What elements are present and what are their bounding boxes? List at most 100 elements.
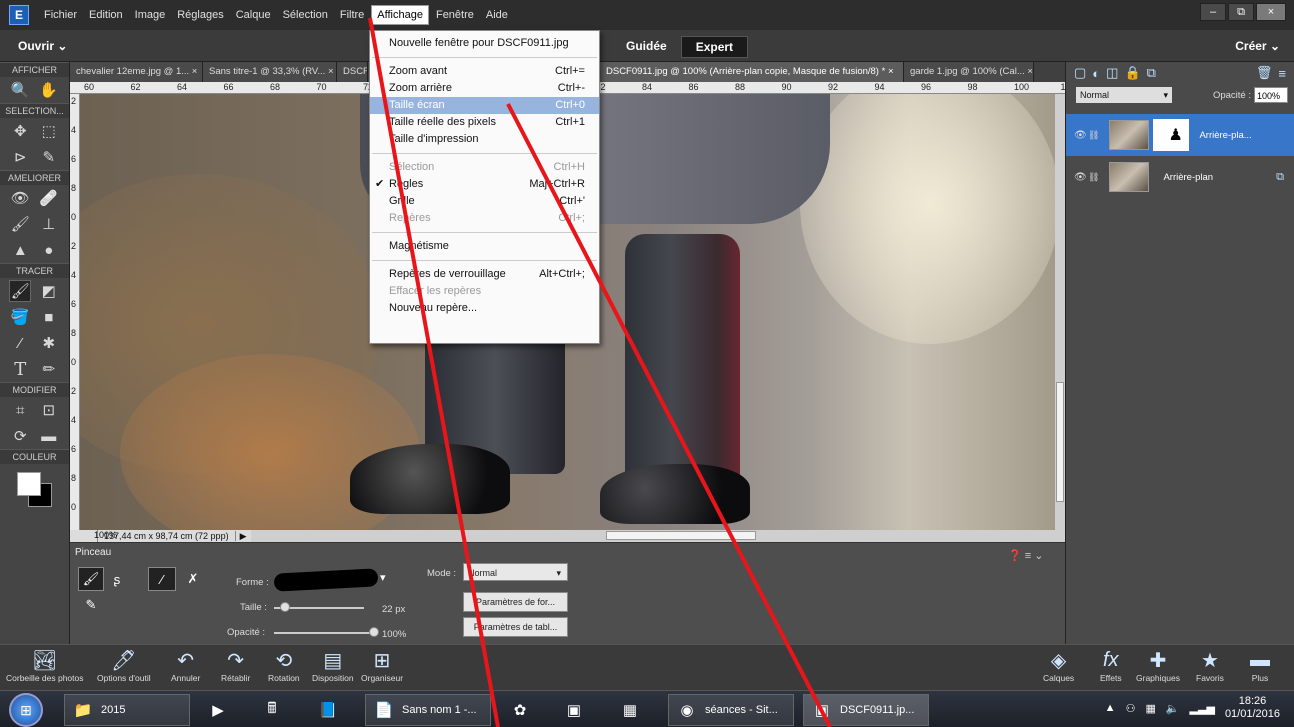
link-icon[interactable]: ⛓ xyxy=(1088,130,1099,141)
menu-item-zoom-avant[interactable]: Zoom avant Ctrl+= xyxy=(370,63,599,80)
eyedropper-tool-icon[interactable]: ⁄ xyxy=(9,332,31,354)
layer-row-copy[interactable]: 👁 ⛓ ♟ Arrière-pla... xyxy=(1066,114,1294,156)
lasso-tool-icon[interactable]: ⊳ xyxy=(9,146,31,168)
recompose-tool-icon[interactable]: ⊡ xyxy=(38,399,60,421)
lock-transparency-icon[interactable]: ⧉ xyxy=(1147,65,1156,81)
tool-options-button[interactable]: 🖊 Options d'outil xyxy=(97,647,151,684)
taskbar-chrome[interactable]: ◉ séances - Sit... xyxy=(668,694,794,726)
display-icon[interactable]: ▦ xyxy=(1145,702,1155,715)
panel-menu-icon[interactable]: ≡ xyxy=(1278,66,1286,81)
menu-item-zoom-arriere[interactable]: Zoom arrière Ctrl+- xyxy=(370,80,599,97)
menu-item-taille-ecran[interactable]: Taille écran Ctrl+0 xyxy=(370,97,599,114)
network-icon[interactable]: ⚇ xyxy=(1126,702,1136,715)
opacity-slider-track[interactable] xyxy=(274,632,374,634)
menu-item-grille[interactable]: Grille Ctrl+' xyxy=(370,193,599,210)
menu-edition[interactable]: Edition xyxy=(84,6,128,24)
doc-tab-sans-titre[interactable]: Sans titre-1 @ 33,3% (RV... × xyxy=(203,62,337,82)
blur-tool-icon[interactable]: ▲ xyxy=(9,239,31,261)
layer-mask-thumbnail[interactable]: ♟ xyxy=(1153,119,1190,151)
eraser-tool-icon[interactable]: ◩ xyxy=(38,280,60,302)
shape-settings-button[interactable]: Paramètres de for... xyxy=(463,592,568,612)
menu-item-taille-reelle-des-pixels[interactable]: Taille réelle des pixels Ctrl+1 xyxy=(370,114,599,131)
menu-fichier[interactable]: Fichier xyxy=(39,6,82,24)
clock[interactable]: 18:26 01/01/2016 xyxy=(1225,695,1280,721)
horizontal-scrollbar[interactable] xyxy=(250,530,1065,542)
tablet-settings-button[interactable]: Paramètres de tabl... xyxy=(463,617,568,637)
eye-icon[interactable]: 👁 xyxy=(1074,172,1088,183)
brush-mode-select[interactable]: Normal ▾ xyxy=(463,563,568,581)
menu-item-magnetisme[interactable]: Magnétisme xyxy=(370,238,599,255)
redo-button[interactable]: ↷ Rétablir xyxy=(221,647,250,684)
start-button[interactable]: ⊞ xyxy=(9,693,43,727)
hand-tool-icon[interactable]: ✋ xyxy=(38,79,60,101)
taskbar-elements-organizer[interactable]: ▣ xyxy=(556,694,592,726)
layer-mask-icon[interactable]: ◫ xyxy=(1106,65,1118,81)
quick-selection-tool-icon[interactable]: ✎ xyxy=(38,146,60,168)
menu-item-reperes-de-verrouillage[interactable]: Repères de verrouillage Alt+Ctrl+; xyxy=(370,266,599,283)
menu-reglages[interactable]: Réglages xyxy=(172,6,228,24)
type-tool-icon[interactable]: T xyxy=(9,358,31,380)
tab-guided[interactable]: Guidée xyxy=(612,36,681,58)
restore-button[interactable]: ⧉ xyxy=(1228,3,1254,21)
menu-item-reperes[interactable]: Repères Ctrl+; xyxy=(370,210,599,227)
clone-stamp-tool-icon[interactable]: ⊥ xyxy=(38,213,60,235)
doc-tab-dscf0911[interactable]: DSCF0911.jpg @ 100% (Arrière-plan copie,… xyxy=(600,62,904,82)
lock-transparency-icon[interactable]: ⧉ xyxy=(1276,171,1284,184)
chevron-down-icon[interactable]: ▾ xyxy=(380,571,386,584)
menu-filtre[interactable]: Filtre xyxy=(335,6,369,24)
brush-mode-normal-option[interactable]: ⁄ xyxy=(148,567,176,591)
menu-calque[interactable]: Calque xyxy=(231,6,276,24)
favorites-button[interactable]: ★ Favoris xyxy=(1196,647,1224,684)
play-arrow-icon[interactable]: ▶ xyxy=(236,531,251,542)
effects-button[interactable]: fx Effets xyxy=(1100,647,1122,684)
menu-item-regles[interactable]: ✔ Règles Maj+Ctrl+R xyxy=(370,176,599,193)
menu-item-nouveau-repere[interactable]: Nouveau repère... xyxy=(370,300,599,317)
crop-tool-icon[interactable]: ⌗ xyxy=(9,399,31,421)
close-button[interactable]: × xyxy=(1256,3,1286,21)
volume-icon[interactable]: 🔈 xyxy=(1166,702,1180,715)
paint-bucket-tool-icon[interactable]: 🪣 xyxy=(9,306,31,328)
taskbar-sans-nom[interactable]: 📄 Sans nom 1 -... xyxy=(365,694,491,726)
spot-healing-tool-icon[interactable]: 🩹 xyxy=(38,187,60,209)
doc-tab-dscf[interactable]: DSCF xyxy=(337,62,368,82)
doc-tab-chevalier[interactable]: chevalier 12eme.jpg @ 1... × xyxy=(70,62,203,82)
trash-icon[interactable]: 🗑 xyxy=(1256,65,1273,81)
menu-item-nouvelle-fenetre-pour-dscf0911-jpg[interactable]: Nouvelle fenêtre pour DSCF0911.jpg xyxy=(370,35,599,52)
layer-row-background[interactable]: 👁 ⛓ Arrière-plan ⧉ xyxy=(1066,156,1294,198)
marquee-tool-icon[interactable]: ⬚ xyxy=(38,120,60,142)
brush-tool-icon[interactable]: 🖌 xyxy=(9,280,32,302)
sponge-tool-icon[interactable]: ● xyxy=(38,239,60,261)
undo-button[interactable]: ↶ Annuler xyxy=(171,647,200,684)
adjustment-layer-icon[interactable]: ◐ xyxy=(1092,66,1100,81)
taskbar-picasa[interactable]: ✿ xyxy=(502,694,538,726)
menu-affichage[interactable]: Affichage xyxy=(371,5,429,25)
gradient-tool-icon[interactable]: ■ xyxy=(38,306,60,328)
zoom-tool-icon[interactable]: 🔍 xyxy=(9,79,31,101)
taskbar-dscf0911[interactable]: ▣ DSCF0911.jp... xyxy=(803,694,929,726)
custom-shape-tool-icon[interactable]: ✱ xyxy=(38,332,60,354)
photo-bin-button[interactable]: 🏞 Corbeille des photos xyxy=(6,647,84,684)
taskbar-folder-2015[interactable]: 📁 2015 xyxy=(64,694,190,726)
brush-tool-option[interactable]: 🖌 xyxy=(78,567,104,591)
signal-icon[interactable]: ▂▃▅ xyxy=(1190,702,1215,715)
menu-selection[interactable]: Sélection xyxy=(278,6,333,24)
new-layer-icon[interactable]: ▢ xyxy=(1074,65,1086,81)
more-button[interactable]: ▬ Plus xyxy=(1250,647,1270,684)
horizontal-scroll-thumb[interactable] xyxy=(605,531,756,540)
open-button[interactable]: Ouvrir ⌄ xyxy=(18,39,67,53)
eye-icon[interactable]: 👁 xyxy=(1074,130,1088,141)
help-icon[interactable]: ❓ ≡ ⌄ xyxy=(1008,549,1043,562)
pencil-tool-icon[interactable]: ✏ xyxy=(38,358,60,380)
menu-aide[interactable]: Aide xyxy=(481,6,513,24)
smart-brush-tool-icon[interactable]: 🖌 xyxy=(9,213,31,235)
graphics-button[interactable]: ✚ Graphiques xyxy=(1136,647,1180,684)
menu-fenetre[interactable]: Fenêtre xyxy=(431,6,479,24)
vertical-scroll-thumb[interactable] xyxy=(1056,382,1064,502)
foreground-color-swatch[interactable] xyxy=(17,472,41,496)
impressionist-brush-option[interactable]: ʂ xyxy=(104,567,130,591)
layout-button[interactable]: ▤ Disposition xyxy=(312,647,354,684)
menu-item-taille-d-impression[interactable]: Taille d'impression xyxy=(370,131,599,148)
taskbar-media-player[interactable]: ▶ xyxy=(200,694,236,726)
move-tool-icon[interactable]: ✥ xyxy=(9,120,31,142)
taskbar-calculator[interactable]: 🖩 xyxy=(254,694,290,726)
